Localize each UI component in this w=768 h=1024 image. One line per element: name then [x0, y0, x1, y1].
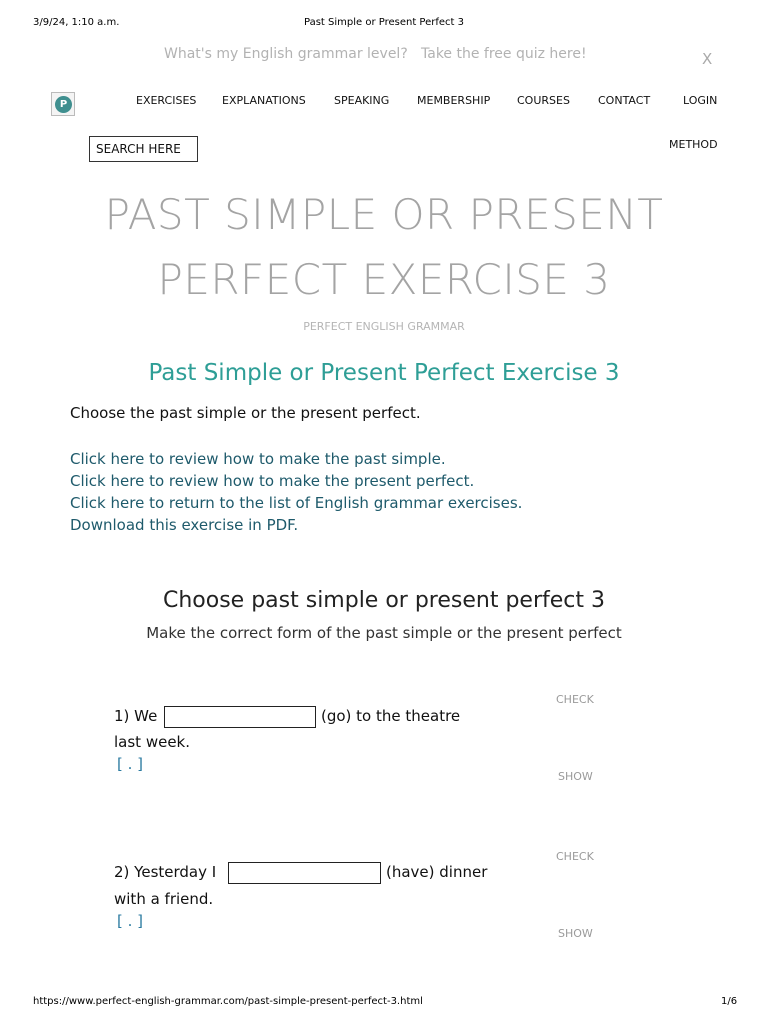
print-title: Past Simple or Present Perfect 3: [303, 17, 465, 28]
nav-contact[interactable]: CONTACT: [598, 94, 650, 107]
answer-input-2[interactable]: [228, 862, 381, 884]
nav-membership[interactable]: MEMBERSHIP: [417, 94, 490, 107]
link-review-present-perfect[interactable]: Click here to review how to make the pre…: [70, 470, 522, 492]
link-review-past-simple[interactable]: Click here to review how to make the pas…: [70, 448, 522, 470]
page-url: https://www.perfect-english-grammar.com/…: [33, 996, 423, 1007]
site-name: PERFECT ENGLISH GRAMMAR: [303, 320, 465, 333]
nav-exercises[interactable]: EXERCISES: [136, 94, 196, 107]
show-button[interactable]: SHOW: [558, 770, 593, 783]
page-title-line-1: PAST SIMPLE OR PRESENT: [104, 190, 664, 239]
nav-courses[interactable]: COURSES: [517, 94, 570, 107]
hint-link[interactable]: [ . ]: [117, 912, 143, 930]
page-title: PAST SIMPLE OR PRESENT PERFECT EXERCISE …: [0, 182, 768, 312]
link-download-pdf[interactable]: Download this exercise in PDF.: [70, 514, 522, 536]
page-title-line-2: PERFECT EXERCISE 3: [157, 255, 611, 304]
link-exercise-list[interactable]: Click here to return to the list of Engl…: [70, 492, 522, 514]
answer-input-1[interactable]: [164, 706, 316, 728]
nav-method[interactable]: METHOD: [669, 138, 718, 151]
question-suffix: (have) dinner: [386, 863, 488, 881]
check-button[interactable]: CHECK: [556, 850, 594, 863]
nav-login[interactable]: LOGIN: [683, 94, 717, 107]
question-prefix: 2) Yesterday I: [114, 863, 217, 881]
search-button[interactable]: SEARCH HERE: [89, 136, 198, 162]
nav-explanations[interactable]: EXPLANATIONS: [222, 94, 306, 107]
quiz-banner: What's my English grammar level? Take th…: [0, 46, 768, 68]
link-list: Click here to review how to make the pas…: [70, 448, 522, 536]
show-button[interactable]: SHOW: [558, 927, 593, 940]
intro-text: Choose the past simple or the present pe…: [70, 404, 421, 422]
exercise-subtitle: Make the correct form of the past simple…: [146, 624, 622, 642]
section-heading: Past Simple or Present Perfect Exercise …: [148, 360, 620, 386]
nav-speaking[interactable]: SPEAKING: [334, 94, 389, 107]
print-header: 3/9/24, 1:10 a.m. Past Simple or Present…: [0, 17, 768, 29]
question-line-2: last week.: [114, 733, 191, 751]
exercise-title: Choose past simple or present perfect 3: [162, 588, 605, 613]
main-nav: EXERCISES EXPLANATIONS SPEAKING MEMBERSH…: [0, 94, 768, 110]
question-line-2: with a friend.: [114, 890, 214, 908]
hint-link[interactable]: [ . ]: [117, 755, 143, 773]
check-button[interactable]: CHECK: [556, 693, 594, 706]
banner-quiz-link[interactable]: Take the free quiz here!: [421, 46, 587, 62]
question-prefix: 1) We: [114, 707, 158, 725]
banner-question[interactable]: What's my English grammar level?: [164, 46, 408, 62]
page-number: 1/6: [721, 996, 738, 1007]
question-suffix: (go) to the theatre: [321, 707, 461, 725]
close-icon[interactable]: X: [702, 50, 712, 68]
